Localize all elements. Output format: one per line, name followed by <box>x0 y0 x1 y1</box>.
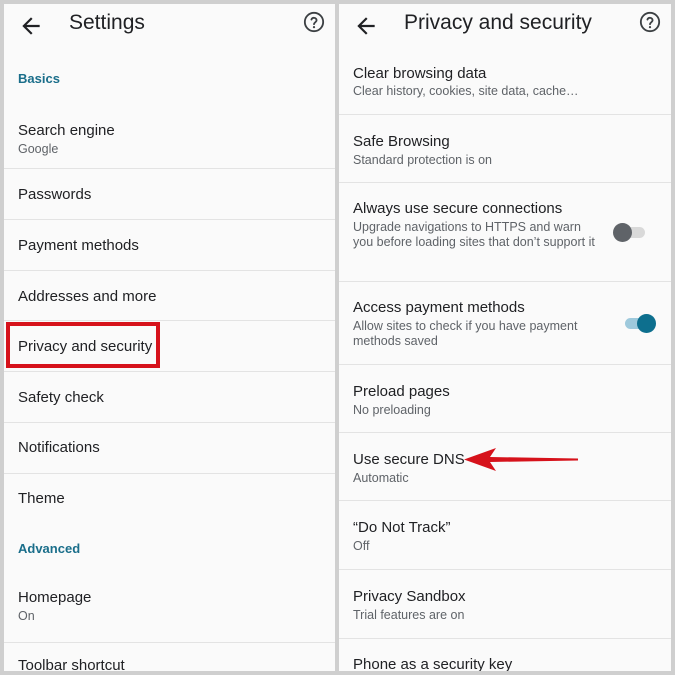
settings-item-notifications[interactable]: Notifications <box>4 423 335 473</box>
item-title: “Do Not Track” <box>353 519 451 536</box>
settings-app-bar: Settings <box>4 4 335 48</box>
highlight-box <box>6 322 160 368</box>
section-header-basics: Basics <box>18 71 60 86</box>
item-title: Addresses and more <box>18 288 157 305</box>
help-circle-icon[interactable] <box>303 11 325 33</box>
section-header-advanced: Advanced <box>18 541 81 556</box>
page-title: Privacy and security <box>404 11 592 34</box>
payment-methods-toggle[interactable] <box>623 312 656 334</box>
arrow-back-icon[interactable] <box>18 13 44 39</box>
item-subtitle: Standard protection is on <box>353 153 492 167</box>
settings-item-passwords[interactable]: Passwords <box>4 169 335 219</box>
item-title: Toolbar shortcut <box>18 657 125 671</box>
item-subtitle: Upgrade navigations to HTTPS and warn yo… <box>353 220 595 249</box>
privacy-item-phone-security-key[interactable]: Phone as a security key <box>339 639 671 671</box>
item-subtitle: Trial features are on <box>353 608 465 622</box>
settings-item-payment-methods[interactable]: Payment methods <box>4 220 335 270</box>
page-title: Settings <box>69 11 145 34</box>
settings-item-homepage[interactable]: Homepage On <box>4 579 335 637</box>
settings-item-addresses[interactable]: Addresses and more <box>4 271 335 321</box>
item-subtitle: On <box>18 609 35 623</box>
item-title: Theme <box>18 490 65 507</box>
privacy-item-privacy-sandbox[interactable]: Privacy Sandbox Trial features are on <box>339 570 671 638</box>
toggle-thumb <box>613 223 632 242</box>
item-title: Homepage <box>18 589 92 606</box>
privacy-item-secure-connections[interactable]: Always use secure connections Upgrade na… <box>339 183 671 281</box>
item-subtitle: No preloading <box>353 403 431 417</box>
item-subtitle: Google <box>18 142 59 156</box>
item-title: Privacy Sandbox <box>353 588 466 605</box>
item-title: Passwords <box>18 186 92 203</box>
settings-item-theme[interactable]: Theme <box>4 474 335 524</box>
privacy-item-clear-browsing-data[interactable]: Clear browsing data Clear history, cooki… <box>339 54 671 114</box>
annotation-arrow-icon <box>464 448 578 471</box>
settings-panel: Settings Basics Search engine Google Pas… <box>4 4 335 671</box>
item-title: Phone as a security key <box>353 656 513 671</box>
toggle-thumb <box>637 314 656 333</box>
help-circle-icon[interactable] <box>639 11 661 33</box>
item-subtitle: Off <box>353 539 370 553</box>
privacy-item-payment-methods[interactable]: Access payment methods Allow sites to ch… <box>339 282 671 364</box>
privacy-item-safe-browsing[interactable]: Safe Browsing Standard protection is on <box>339 115 671 182</box>
item-subtitle: Automatic <box>353 471 409 485</box>
item-title: Always use secure connections <box>353 200 563 217</box>
item-subtitle: Allow sites to check if you have payment… <box>353 319 578 348</box>
privacy-panel: Privacy and security Clear browsing data… <box>339 4 671 671</box>
item-title: Preload pages <box>353 383 450 400</box>
privacy-item-do-not-track[interactable]: “Do Not Track” Off <box>339 501 671 569</box>
item-title: Safety check <box>18 389 104 406</box>
settings-item-safety-check[interactable]: Safety check <box>4 372 335 422</box>
item-title: Clear browsing data <box>353 65 487 82</box>
item-title: Payment methods <box>18 237 139 254</box>
item-title: Safe Browsing <box>353 133 450 150</box>
arrow-back-icon[interactable] <box>353 13 379 39</box>
item-title: Use secure DNS <box>353 451 465 468</box>
item-subtitle: Clear history, cookies, site data, cache… <box>353 84 579 98</box>
settings-item-toolbar-shortcut[interactable]: Toolbar shortcut <box>4 643 335 671</box>
item-title: Access payment methods <box>353 299 525 316</box>
settings-item-search-engine[interactable]: Search engine Google <box>4 108 335 168</box>
privacy-item-preload-pages[interactable]: Preload pages No preloading <box>339 365 671 432</box>
secure-connections-toggle[interactable] <box>613 221 647 243</box>
privacy-app-bar: Privacy and security <box>339 4 671 48</box>
item-title: Notifications <box>18 439 100 456</box>
item-title: Search engine <box>18 122 115 139</box>
